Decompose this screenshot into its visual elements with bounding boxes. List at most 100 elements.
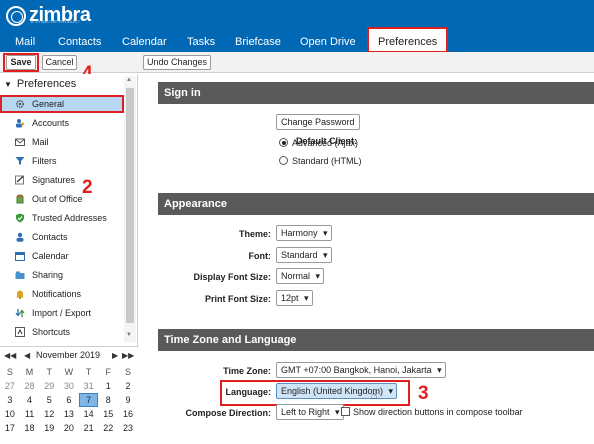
calendar-day[interactable]: 19: [39, 421, 59, 435]
calendar-day[interactable]: 9: [118, 393, 138, 407]
sidebar-item-contacts[interactable]: Contacts: [0, 228, 124, 246]
scroll-thumb[interactable]: [126, 88, 134, 323]
sidebar-item-label: Notifications: [32, 289, 82, 299]
calendar-day[interactable]: 13: [59, 407, 79, 421]
calendar-day[interactable]: 10: [0, 407, 20, 421]
next-month-icon[interactable]: ▶: [112, 351, 118, 360]
top-bar: zimbra A SYNACOR PRODUCT: [0, 0, 594, 32]
sharing-icon: [15, 271, 25, 279]
calendar-day[interactable]: 23: [118, 421, 138, 435]
change-password-button[interactable]: Change Password: [276, 114, 360, 130]
preferences-tree-header[interactable]: ▼ Preferences: [4, 78, 76, 90]
prev-year-icon[interactable]: ◀◀: [4, 351, 16, 360]
tab-calendar[interactable]: Calendar: [122, 32, 167, 52]
mail-icon: [15, 138, 25, 146]
calendar-day[interactable]: 22: [98, 421, 118, 435]
time-zone-select[interactable]: GMT +07:00 Bangkok, Hanoi, Jakarta: [276, 362, 446, 378]
sidebar-item-calendar[interactable]: Calendar: [0, 247, 124, 265]
language-label: Language:: [225, 387, 271, 397]
calendar-day[interactable]: 8: [98, 393, 118, 407]
calendar-weekday: M: [25, 367, 34, 377]
sidebar-item-sharing[interactable]: Sharing: [0, 266, 124, 284]
sidebar-item-label: Sharing: [32, 270, 64, 280]
tab-briefcase[interactable]: Briefcase: [235, 32, 281, 52]
radio-standard-label: Standard (HTML): [292, 156, 362, 166]
cancel-button[interactable]: Cancel: [42, 55, 77, 70]
theme-select[interactable]: Harmony: [276, 225, 332, 241]
sidebar-item-filters[interactable]: Filters: [0, 152, 124, 170]
compose-direction-select[interactable]: Left to Right: [276, 404, 344, 420]
sidebar-item-label: Mail: [32, 137, 49, 147]
sidebar-scrollbar[interactable]: ▲ ▼: [124, 76, 136, 342]
show-direction-buttons-checkbox[interactable]: Show direction buttons in compose toolba…: [341, 407, 523, 417]
sidebar-item-general[interactable]: General: [0, 95, 124, 113]
calendar-day[interactable]: 15: [98, 407, 118, 421]
sidebar-item-notifications[interactable]: Notifications: [0, 285, 124, 303]
calendar-icon: [15, 252, 25, 261]
sidebar-item-accounts[interactable]: Accounts: [0, 114, 124, 132]
calendar-weekday: T: [46, 367, 52, 377]
language-select[interactable]: English (United Kingdom): [276, 383, 398, 399]
calendar-day[interactable]: 31: [79, 379, 99, 393]
calendar-day[interactable]: 3: [0, 393, 20, 407]
calendar-day[interactable]: 11: [20, 407, 40, 421]
radio-standard[interactable]: Standard (HTML): [279, 156, 362, 166]
tab-contacts[interactable]: Contacts: [58, 32, 101, 52]
calendar-day[interactable]: 5: [39, 393, 59, 407]
calendar-week-row: 27 28 29 30 31 1 2: [0, 379, 138, 393]
calendar-weekday: S: [6, 367, 13, 377]
sidebar-item-trusted-addresses[interactable]: Trusted Addresses: [0, 209, 124, 227]
calendar-day[interactable]: 18: [20, 421, 40, 435]
calendar-day[interactable]: 4: [20, 393, 40, 407]
sidebar-item-shortcuts[interactable]: Shortcuts: [0, 323, 124, 341]
app-tabs: Mail Contacts Calendar Tasks Briefcase O…: [0, 27, 594, 53]
sidebar-item-label: Out of Office: [32, 194, 83, 204]
preferences-content: Sign in Password: Change Password Defaul…: [142, 74, 594, 444]
sidebar-item-mail[interactable]: Mail: [0, 133, 124, 151]
next-year-icon[interactable]: ▶▶: [122, 351, 134, 360]
prev-month-icon[interactable]: ◀: [24, 351, 30, 360]
checkbox-icon: [341, 407, 350, 416]
radio-unselected-icon: [279, 156, 288, 165]
calendar-day[interactable]: 29: [39, 379, 59, 393]
mouse-cursor-icon: ☝: [371, 390, 378, 402]
tab-mail[interactable]: Mail: [15, 32, 35, 52]
display-font-size-select[interactable]: Normal: [276, 268, 325, 284]
sidebar-item-label: Filters: [32, 156, 57, 166]
annotation-3: 3: [418, 383, 429, 404]
sidebar-item-label: Calendar: [32, 251, 69, 261]
scroll-up-icon[interactable]: ▲: [126, 77, 132, 83]
calendar-day[interactable]: 27: [0, 379, 20, 393]
calendar-day[interactable]: 2: [118, 379, 138, 393]
zimbra-logo-icon: [6, 6, 26, 26]
calendar-day[interactable]: 28: [20, 379, 40, 393]
import-export-icon: [15, 309, 25, 317]
calendar-day[interactable]: 7: [78, 393, 99, 407]
calendar-day[interactable]: 6: [59, 393, 79, 407]
print-font-size-label: Print Font Size:: [205, 294, 271, 304]
undo-changes-button[interactable]: Undo Changes: [143, 55, 211, 70]
calendar-day[interactable]: 16: [118, 407, 138, 421]
calendar-day[interactable]: 20: [59, 421, 79, 435]
calendar-day[interactable]: 17: [0, 421, 20, 435]
sidebar-item-signatures[interactable]: Signatures: [0, 171, 124, 189]
calendar-day[interactable]: 12: [39, 407, 59, 421]
sidebar-item-out-of-office[interactable]: Out of Office: [0, 190, 124, 208]
tab-tasks[interactable]: Tasks: [187, 32, 215, 52]
section-sign-in: Sign in: [158, 82, 594, 104]
tab-preferences[interactable]: Preferences: [367, 27, 449, 53]
sidebar-item-import-export[interactable]: Import / Export: [0, 304, 124, 322]
font-select[interactable]: Standard: [276, 247, 332, 263]
calendar-week-row: 17 18 19 20 21 22 23: [0, 421, 138, 435]
print-font-size-select[interactable]: 12pt: [276, 290, 313, 306]
calendar-day[interactable]: 30: [59, 379, 79, 393]
tab-open-drive[interactable]: Open Drive: [300, 32, 356, 52]
calendar-day[interactable]: 14: [79, 407, 99, 421]
radio-advanced[interactable]: Advanced (Ajax): [279, 138, 358, 148]
annotation-2: 2: [82, 177, 93, 198]
scroll-down-icon[interactable]: ▼: [126, 332, 132, 338]
calendar-day[interactable]: 1: [98, 379, 118, 393]
collapse-triangle-icon[interactable]: ▼: [4, 80, 12, 89]
save-button[interactable]: Save: [6, 55, 36, 70]
calendar-day[interactable]: 21: [79, 421, 99, 435]
